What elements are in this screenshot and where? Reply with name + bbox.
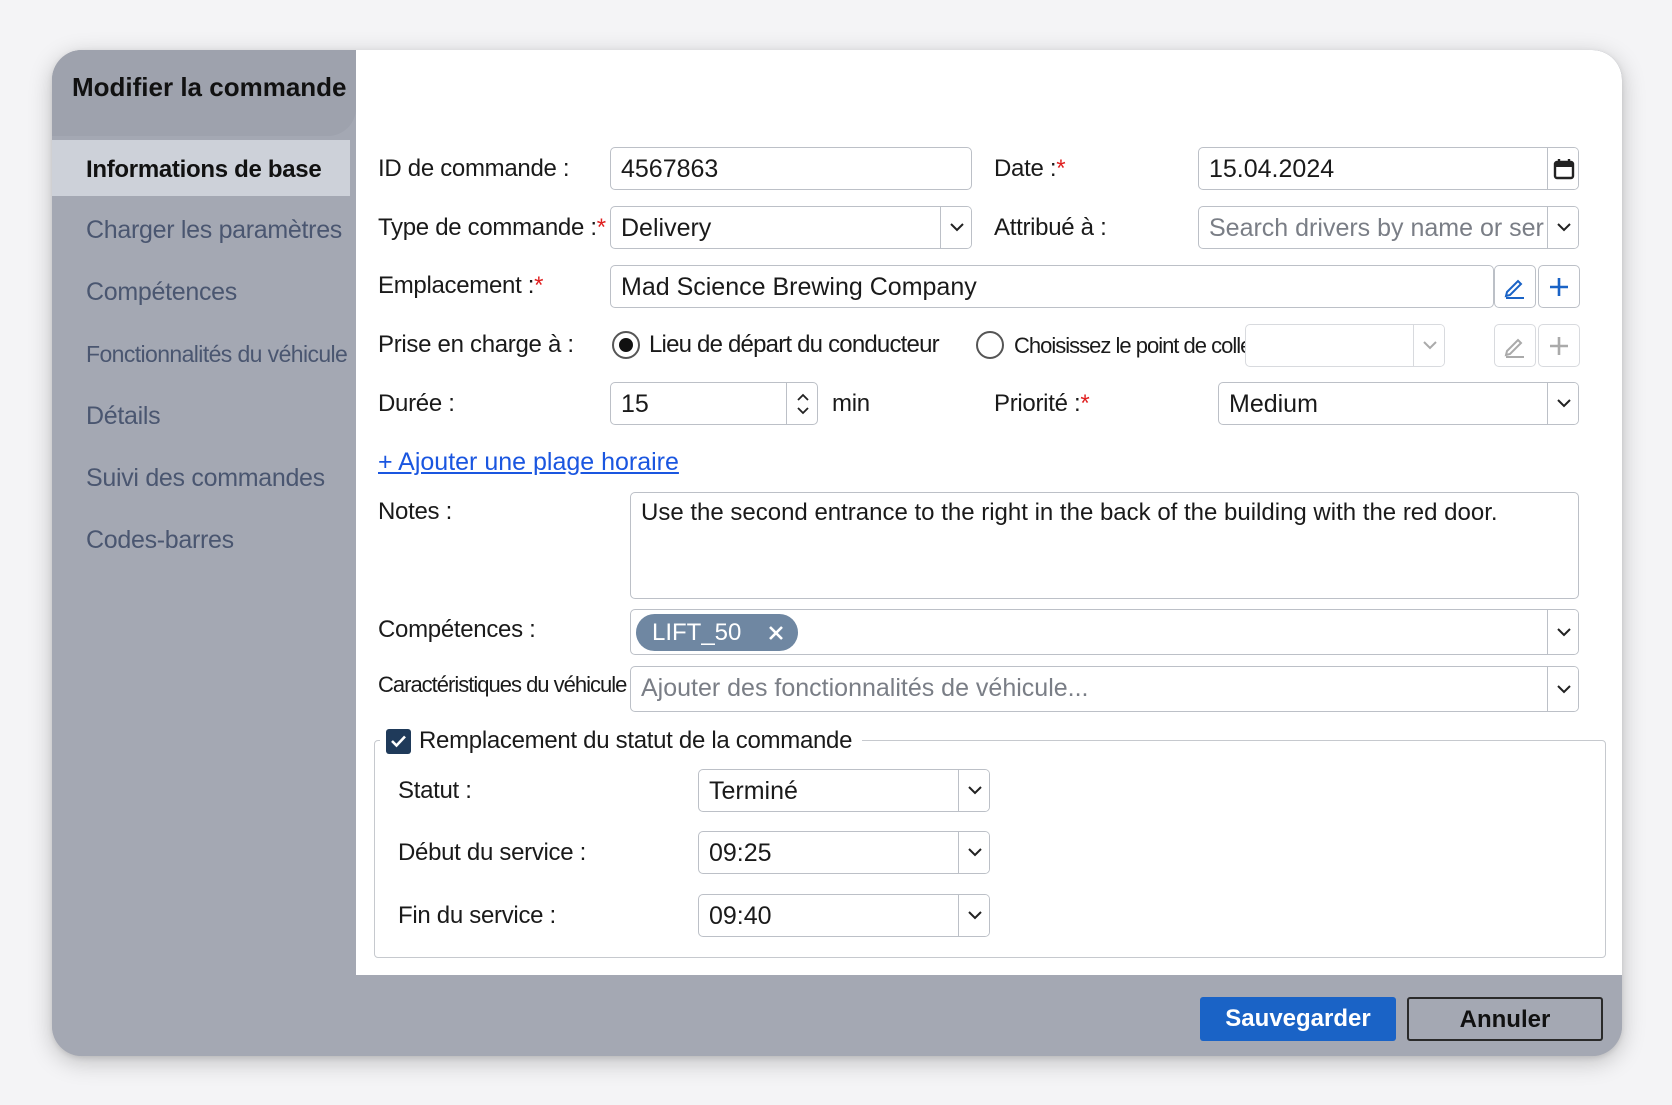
- vehicle-features-dropdown-button[interactable]: [1547, 667, 1578, 711]
- status-label: Statut :: [398, 777, 472, 804]
- edit-location-button[interactable]: [1494, 265, 1536, 308]
- sidebar-item-order-tracking[interactable]: Suivi des commandes: [52, 448, 356, 504]
- service-end-label: Fin du service :: [398, 902, 556, 929]
- duration-spinner[interactable]: [786, 383, 817, 424]
- edit-order-dialog: Modifier la commande Informations de bas…: [52, 50, 1622, 1056]
- order-id-label: ID de commande :: [378, 155, 570, 182]
- remove-chip-button[interactable]: [763, 620, 788, 645]
- calendar-icon: [1553, 158, 1574, 179]
- notes-label: Notes :: [378, 498, 452, 525]
- service-start-select[interactable]: 09:25: [698, 831, 990, 874]
- edit-pickup-point-button[interactable]: [1494, 324, 1536, 367]
- service-start-value: 09:25: [709, 839, 772, 867]
- checkmark-icon: [391, 735, 406, 748]
- chevron-down-icon: [967, 911, 982, 920]
- order-id-value: 4567863: [621, 155, 719, 183]
- pickup-point-dropdown-button[interactable]: [1413, 325, 1444, 366]
- radio-driver-start[interactable]: [612, 331, 640, 359]
- radio-driver-start-label[interactable]: Lieu de départ du conducteur: [649, 331, 940, 359]
- sidebar-item-vehicle-features[interactable]: Fonctionnalités du véhicule: [52, 325, 356, 381]
- service-start-dropdown-button[interactable]: [958, 832, 989, 873]
- duration-value: 15: [621, 390, 649, 418]
- calendar-button[interactable]: [1547, 148, 1578, 189]
- order-type-value: Delivery: [621, 214, 712, 242]
- pickup-label: Prise en charge à :: [378, 331, 574, 358]
- notes-textarea[interactable]: Use the second entrance to the right in …: [630, 492, 1579, 599]
- sidebar-item-basic-info[interactable]: Informations de base: [52, 140, 350, 196]
- date-field[interactable]: 15.04.2024: [1198, 147, 1579, 190]
- location-label: Emplacement :*: [378, 272, 544, 299]
- assigned-to-label: Attribué à :: [994, 214, 1107, 241]
- dialog-title: Modifier la commande: [52, 50, 356, 136]
- priority-value: Medium: [1229, 390, 1318, 418]
- date-value: 15.04.2024: [1209, 155, 1335, 183]
- priority-label: Priorité :*: [994, 390, 1090, 417]
- order-type-select[interactable]: Delivery: [610, 206, 972, 249]
- form-content: ID de commande : 4567863 Date :* 15.04.2…: [356, 50, 1622, 975]
- dialog-footer: Sauvegarder Annuler: [52, 975, 1622, 1056]
- chevron-down-icon: [967, 786, 982, 795]
- cancel-button[interactable]: Annuler: [1407, 997, 1603, 1041]
- add-location-button[interactable]: [1538, 265, 1580, 308]
- service-end-dropdown-button[interactable]: [958, 895, 989, 936]
- skill-chip-label: LIFT_50: [652, 619, 742, 646]
- notes-value: Use the second entrance to the right in …: [641, 499, 1498, 526]
- add-pickup-point-button[interactable]: [1538, 324, 1580, 367]
- status-override-checkbox[interactable]: [386, 728, 411, 754]
- pickup-point-select[interactable]: [1245, 324, 1445, 367]
- order-type-label: Type de commande :*: [378, 214, 606, 241]
- service-end-select[interactable]: 09:40: [698, 894, 990, 937]
- chevron-down-icon: [1556, 627, 1571, 636]
- sidebar-item-skills[interactable]: Compétences: [52, 262, 356, 318]
- plus-icon: [1550, 277, 1568, 296]
- priority-dropdown-button[interactable]: [1547, 383, 1578, 424]
- status-override-legend: Remplacement du statut de la commande: [380, 726, 863, 756]
- chevron-down-icon: [796, 406, 809, 414]
- chevron-down-icon: [1422, 341, 1437, 350]
- vehicle-features-placeholder: Ajouter des fonctionnalités de véhicule.…: [641, 674, 1089, 702]
- radio-pickup-point[interactable]: [976, 331, 1004, 359]
- service-start-label: Début du service :: [398, 839, 587, 866]
- plus-icon: [1550, 336, 1568, 355]
- location-field[interactable]: Mad Science Brewing Company: [610, 265, 1494, 308]
- chevron-down-icon: [967, 848, 982, 857]
- duration-unit: min: [832, 390, 870, 417]
- sidebar-item-details[interactable]: Détails: [52, 386, 356, 442]
- status-select[interactable]: Terminé: [698, 769, 990, 812]
- chevron-down-icon: [1556, 684, 1571, 693]
- date-label: Date :*: [994, 155, 1066, 182]
- vehicle-features-multiselect[interactable]: Ajouter des fonctionnalités de véhicule.…: [630, 666, 1579, 712]
- pencil-icon: [1504, 338, 1524, 358]
- add-time-window-link[interactable]: + Ajouter une plage horaire: [378, 448, 679, 477]
- chevron-down-icon: [949, 223, 964, 232]
- sidebar: Modifier la commande Informations de bas…: [52, 50, 356, 975]
- status-dropdown-button[interactable]: [958, 770, 989, 811]
- status-value: Terminé: [709, 777, 798, 805]
- chevron-down-icon: [1556, 223, 1571, 232]
- priority-select[interactable]: Medium: [1218, 382, 1579, 425]
- duration-label: Durée :: [378, 390, 455, 417]
- assigned-to-placeholder: Search drivers by name or ser: [1209, 214, 1544, 242]
- skill-chip: LIFT_50: [636, 614, 798, 651]
- location-value: Mad Science Brewing Company: [621, 273, 977, 301]
- order-id-field[interactable]: 4567863: [610, 147, 972, 190]
- duration-field[interactable]: 15: [610, 382, 818, 425]
- vehicle-features-label: Caractéristiques du véhicule :: [378, 672, 638, 697]
- skills-label: Compétences :: [378, 616, 536, 643]
- chevron-down-icon: [1556, 399, 1571, 408]
- close-icon: [768, 625, 783, 640]
- sidebar-item-load-settings[interactable]: Charger les paramètres: [52, 200, 356, 256]
- pencil-icon: [1504, 279, 1524, 299]
- service-end-value: 09:40: [709, 902, 772, 930]
- chevron-up-icon: [796, 393, 809, 401]
- skills-dropdown-button[interactable]: [1547, 610, 1578, 654]
- save-button[interactable]: Sauvegarder: [1200, 997, 1396, 1041]
- order-type-dropdown-button[interactable]: [940, 207, 971, 248]
- sidebar-item-barcodes[interactable]: Codes-barres: [52, 510, 356, 566]
- assigned-to-field[interactable]: Search drivers by name or ser: [1198, 206, 1579, 249]
- status-override-label[interactable]: Remplacement du statut de la commande: [419, 727, 852, 755]
- assigned-to-dropdown-button[interactable]: [1547, 207, 1578, 248]
